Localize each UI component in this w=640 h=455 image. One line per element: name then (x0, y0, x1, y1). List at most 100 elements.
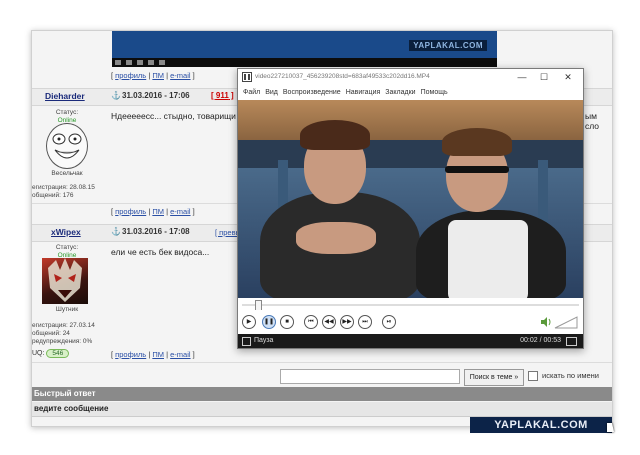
status-icon (242, 337, 251, 346)
profile-link[interactable]: профиль (115, 350, 146, 359)
uq-badge: 546 (46, 349, 70, 358)
video-roof-shadow (238, 140, 583, 168)
author-messages: общений: 176 (32, 192, 74, 199)
menu-view[interactable]: Вид (265, 86, 278, 99)
menu-navigation[interactable]: Навигация (346, 86, 381, 99)
profile-link[interactable]: профиль (115, 71, 146, 80)
taskbar-app-icon (159, 60, 165, 65)
email-link[interactable]: e-mail (170, 71, 190, 80)
divider (32, 362, 612, 363)
taskbar-app-icon (137, 60, 143, 65)
top-watermark-logo: YAPLAKAL.COM (409, 40, 487, 51)
seek-track (242, 304, 579, 306)
post-message: Ндееееесс... стыдно, товарищи (111, 111, 236, 121)
bracket: ] (190, 71, 195, 80)
post-anchor-icon[interactable]: ⚓ (111, 91, 121, 100)
minimize-button[interactable]: — (511, 69, 533, 86)
pm-link[interactable]: ПМ (152, 207, 164, 216)
video-person-left-hair (300, 120, 370, 150)
uq-label: UQ: (32, 350, 45, 357)
player-statusbar: Пауза 00:02 / 00:53 (238, 334, 583, 348)
play-button[interactable]: ▶ (242, 315, 256, 329)
post-message-tail: ым сло (585, 111, 600, 131)
status-label: Статус: (55, 109, 79, 116)
player-title: video227210037_456239208std=683af49533c2… (255, 73, 430, 80)
rewind-button[interactable]: ◀◀ (322, 315, 336, 329)
player-titlebar[interactable]: video227210037_456239208std=683af49533c2… (238, 69, 583, 86)
player-menubar: Файл Вид Воспроизведение Навигация Закладки П… (238, 86, 583, 99)
next-button[interactable]: ⏭ (358, 315, 372, 329)
start-icon (115, 60, 121, 65)
post-links-row: [ профиль | ПМ | e-mail ] (111, 71, 195, 80)
media-player-window: video227210037_456239208std=683af49533c2… (237, 68, 584, 349)
previous-button[interactable]: ⏮ (304, 315, 318, 329)
menu-bookmarks[interactable]: Закладки (385, 86, 415, 99)
video-person-right-hair (442, 128, 512, 156)
pm-link[interactable]: ПМ (152, 350, 164, 359)
video-person-left-hand (296, 222, 376, 254)
post-links-row: [ профиль | ПМ | e-mail ] (111, 350, 195, 359)
avatar[interactable] (46, 123, 88, 169)
maximize-button[interactable]: ☐ (533, 69, 555, 86)
avatar[interactable] (42, 258, 88, 304)
uq-rating: UQ: 546 (32, 349, 70, 358)
rating-value: 911 (215, 91, 229, 100)
pm-link[interactable]: ПМ (152, 71, 164, 80)
enter-message-label: ведите сообщение (32, 402, 612, 417)
preview-link-text[interactable]: [ превь (215, 228, 239, 237)
embedded-desktop-screenshot: YAPLAKAL.COM (112, 31, 497, 67)
preview-link[interactable]: [ превь (215, 228, 239, 237)
search-row: Поиск в теме » искать по имени (32, 364, 612, 388)
bracket: ] (190, 350, 195, 359)
taskbar-app-icon (126, 60, 132, 65)
post-author-nick[interactable]: xWipex (51, 227, 81, 237)
author-messages: общений: 24 (32, 330, 70, 337)
video-roof (238, 100, 583, 140)
author-registered: егистрация: 28.08.15 (32, 184, 95, 191)
email-link[interactable]: e-mail (170, 350, 190, 359)
troll-face-icon (52, 133, 82, 159)
bracket: ] (190, 207, 195, 216)
menu-help[interactable]: Помощь (421, 86, 448, 99)
pause-button[interactable]: ❚❚ (262, 315, 276, 329)
author-warnings: редупреждения: 0% (32, 338, 93, 345)
frame-step-button[interactable]: ⏯ (382, 315, 396, 329)
email-link[interactable]: e-mail (170, 207, 190, 216)
post-anchor-icon[interactable]: ⚓ (111, 227, 121, 236)
quick-reply-header: Быстрый ответ (32, 387, 612, 401)
seek-bar[interactable] (238, 298, 583, 311)
post-date: 31.03.2016 - 17:08 (122, 227, 190, 236)
author-rank: Шутник (55, 306, 79, 313)
speaker-icon (541, 317, 551, 327)
volume-control[interactable] (539, 315, 579, 329)
video-person-right-shirt (448, 220, 528, 298)
post-links-row: [ профиль | ПМ | e-mail ] (111, 207, 195, 216)
stop-button[interactable]: ■ (280, 315, 294, 329)
post-message: ели че есть бек видоса... (111, 247, 210, 257)
bottom-watermark-logo: YAPLAKAL.COM (470, 417, 612, 433)
post-date: 31.03.2016 - 17:06 (122, 91, 190, 100)
statusbar-audio-icon (566, 337, 577, 346)
media-player-icon (242, 72, 252, 82)
post-author-nick[interactable]: Dieharder (45, 91, 85, 101)
search-in-topic-button[interactable]: Поиск в теме » (464, 369, 524, 386)
menu-file[interactable]: Файл (243, 86, 260, 99)
profile-link[interactable]: профиль (115, 207, 146, 216)
video-frame[interactable] (238, 100, 583, 298)
search-input[interactable] (280, 369, 460, 384)
author-rank: Весельчак (51, 170, 83, 177)
player-controls: ▶ ❚❚ ■ ⏮ ◀◀ ▶▶ ⏭ ⏯ (238, 310, 583, 334)
menu-playback[interactable]: Воспроизведение (283, 86, 341, 99)
playback-time: 00:02 / 00:53 (520, 337, 561, 344)
search-by-name-label: искать по имени (542, 371, 599, 380)
windows-taskbar (112, 58, 497, 67)
status-label: Статус: (55, 244, 79, 251)
close-button[interactable]: ✕ (557, 69, 579, 86)
author-registered: егистрация: 27.03.14 (32, 322, 95, 329)
mouse-cursor-icon (607, 423, 614, 432)
forward-button[interactable]: ▶▶ (340, 315, 354, 329)
post-rating-number[interactable]: [ 911 ] (211, 91, 234, 100)
search-by-name-checkbox[interactable] (528, 371, 538, 381)
taskbar-app-icon (148, 60, 154, 65)
sunglasses (445, 166, 509, 173)
